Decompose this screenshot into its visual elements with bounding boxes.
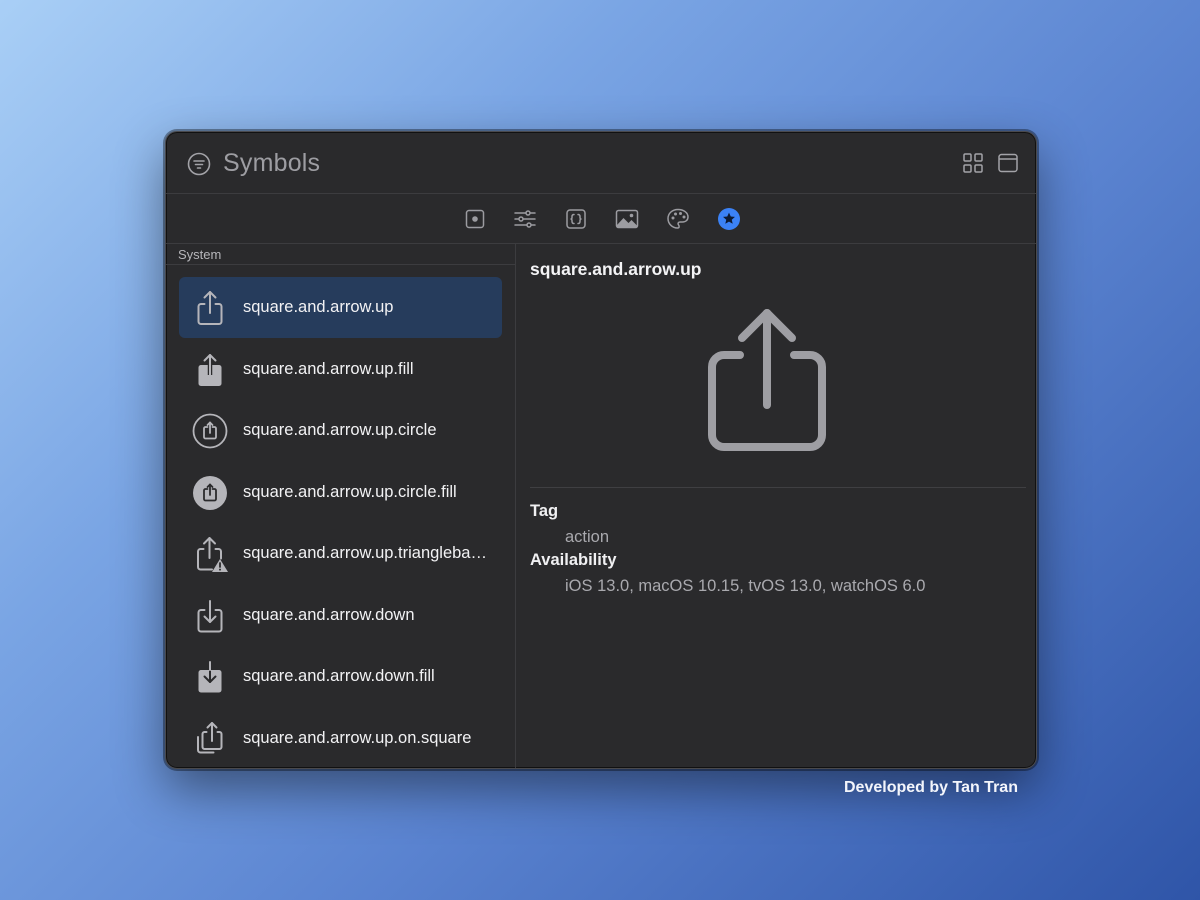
- square-and-arrow-up-circle-fill-icon: [193, 475, 227, 510]
- list-item[interactable]: square.and.arrow.up.on.square: [179, 708, 502, 769]
- list-item[interactable]: square.and.arrow.down.fill: [179, 646, 502, 707]
- list-item[interactable]: square.and.arrow.up.fill: [179, 339, 502, 400]
- symbol-name: square.and.arrow.up.fill: [243, 359, 414, 378]
- inspector-toolbar: [166, 194, 1036, 244]
- section-label-system: System: [178, 247, 222, 262]
- list-item[interactable]: square.and.arrow.up.trianglebadge.exclam…: [179, 523, 502, 584]
- availability-heading: Availability: [530, 551, 617, 569]
- availability-value: iOS 13.0, macOS 10.15, tvOS 13.0, watchO…: [565, 577, 926, 595]
- symbol-list[interactable]: square.and.arrow.up square.and.arrow.up.…: [166, 277, 515, 769]
- filter-circle-icon[interactable]: [187, 152, 211, 176]
- developer-credit: Developed by Tan Tran: [844, 779, 1018, 796]
- square-and-arrow-up-circle-icon: [192, 413, 228, 449]
- square-and-arrow-up-fill-icon: [198, 353, 222, 386]
- code-braces-icon[interactable]: [564, 207, 588, 231]
- symbols-window: Symbols System square.and.arrow.up squar…: [165, 131, 1037, 769]
- tag-heading: Tag: [530, 502, 559, 520]
- titlebar: Symbols: [166, 132, 1036, 194]
- symbol-name: square.and.arrow.up.on.square: [243, 728, 472, 747]
- section-divider: [166, 264, 515, 265]
- grid-view-icon[interactable]: [962, 152, 984, 174]
- detail-title: square.and.arrow.up: [530, 259, 702, 279]
- square-and-arrow-down-fill-icon: [198, 661, 222, 693]
- symbol-name: square.and.arrow.up.circle: [243, 421, 437, 439]
- symbol-sidebar: System square.and.arrow.up square.and.ar…: [166, 244, 516, 769]
- list-item[interactable]: square.and.arrow.up.circle.fill: [179, 462, 502, 523]
- square-and-arrow-up-icon: [708, 309, 826, 451]
- square-and-arrow-up-trianglebadge-icon: [197, 537, 228, 572]
- square-and-arrow-up-icon: [197, 291, 223, 325]
- symbol-name: square.and.arrow.up.circle.fill: [243, 482, 457, 501]
- tag-value: action: [565, 528, 610, 546]
- detail-divider: [530, 487, 1026, 488]
- symbol-name: square.and.arrow.up: [243, 298, 394, 316]
- window-panel-icon[interactable]: [997, 152, 1019, 174]
- square-and-arrow-down-icon: [197, 599, 223, 632]
- palette-icon[interactable]: [666, 207, 690, 231]
- photo-icon[interactable]: [615, 207, 639, 231]
- list-item[interactable]: square.and.arrow.down: [179, 585, 502, 646]
- symbol-name: square.and.arrow.down: [243, 605, 415, 624]
- list-item[interactable]: square.and.arrow.up.circle: [179, 400, 502, 461]
- symbol-detail-panel: square.and.arrow.up Tag action Availabil…: [517, 244, 1036, 768]
- list-item[interactable]: square.and.arrow.up: [179, 277, 502, 338]
- square-dot-icon[interactable]: [463, 207, 487, 231]
- app-title: Symbols: [223, 149, 321, 177]
- sliders-icon[interactable]: [513, 207, 537, 231]
- star-circle-icon[interactable]: [717, 207, 741, 231]
- symbol-name: square.and.arrow.up.trianglebadge.exclam…: [243, 544, 495, 562]
- square-and-arrow-up-on-square-icon: [197, 721, 223, 753]
- symbol-name: square.and.arrow.down.fill: [243, 667, 435, 685]
